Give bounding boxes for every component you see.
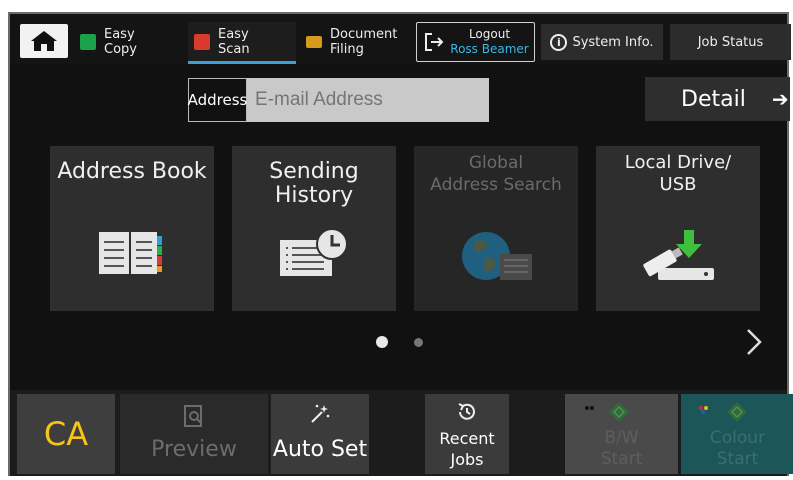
preview-label: Preview: [151, 437, 237, 462]
logout-label: Logout: [468, 27, 511, 41]
address-type-label: Address: [187, 91, 248, 109]
preview-button[interactable]: Preview: [120, 394, 268, 474]
copy-icon: [80, 34, 96, 50]
bw-start-button[interactable]: B/W Start: [565, 394, 678, 474]
system-info-button[interactable]: i System Info.: [541, 24, 663, 60]
colour-start-label-1: Colour: [709, 428, 766, 448]
job-status-button[interactable]: Job Status: [670, 24, 791, 60]
usb-drive-icon: [643, 230, 714, 280]
scan-icon: [194, 34, 210, 50]
logout-button[interactable]: Logout Ross Beamer: [416, 22, 535, 62]
email-address-input[interactable]: [247, 78, 489, 122]
page-dot-active: [376, 336, 388, 348]
logout-icon: [425, 33, 444, 51]
detail-button[interactable]: Detail ➔: [645, 77, 790, 121]
colour-start-icon: [699, 402, 747, 422]
home-icon: [31, 31, 57, 51]
history-icon: [280, 228, 348, 276]
address-type-button[interactable]: Address: [188, 78, 247, 122]
recent-jobs-label-1: Recent: [439, 429, 495, 448]
page-indicator: [376, 336, 449, 348]
arrow-right-icon: ➔: [771, 87, 789, 111]
clear-all-button[interactable]: CA: [17, 394, 115, 474]
info-icon: i: [550, 33, 568, 51]
detail-label: Detail: [681, 86, 746, 112]
logout-text: Logout Ross Beamer: [445, 27, 534, 57]
bottom-bar: CA Preview Auto Set Recent Jobs B/W Star…: [10, 390, 793, 476]
bw-start-label-1: B/W: [604, 428, 639, 448]
next-page-button[interactable]: [744, 326, 764, 366]
system-info-label: System Info.: [572, 34, 654, 50]
tab-easy-scan[interactable]: Easy Scan: [188, 22, 296, 64]
clear-all-label: CA: [43, 415, 89, 453]
global-address-search-label: Global Address Search: [430, 153, 562, 195]
local-drive-usb-label: Local Drive/ USB: [624, 152, 732, 195]
sending-history-label: Sending History: [269, 159, 359, 208]
recent-history-icon: [458, 403, 475, 420]
tab-easy-scan-label: Easy Scan: [218, 27, 250, 57]
recent-jobs-label-2: Jobs: [450, 450, 484, 469]
job-status-label: Job Status: [697, 34, 764, 50]
sending-history-button[interactable]: Sending History: [232, 146, 396, 311]
address-book-icon: [99, 232, 162, 274]
recent-jobs-button[interactable]: Recent Jobs: [425, 394, 509, 474]
tab-easy-copy[interactable]: Easy Copy: [80, 22, 178, 62]
global-address-search-button[interactable]: Global Address Search: [414, 146, 578, 311]
folder-icon: [306, 36, 322, 48]
tab-document-filing-label: Document Filing: [330, 27, 398, 57]
chevron-right-icon: [747, 329, 762, 355]
home-button[interactable]: [20, 24, 68, 58]
panel-screen: Easy Copy Easy Scan Document Filing Logo…: [8, 12, 793, 476]
globe-icon: [462, 232, 532, 280]
top-bar: Easy Copy Easy Scan Document Filing Logo…: [10, 14, 791, 64]
page-dot: [414, 337, 423, 347]
auto-set-button[interactable]: Auto Set: [271, 394, 369, 474]
address-book-label: Address Book: [57, 159, 207, 184]
local-drive-usb-button[interactable]: Local Drive/ USB: [596, 146, 760, 311]
bw-start-label-2: Start: [600, 449, 643, 469]
preview-icon: [184, 405, 202, 427]
bw-start-icon: [585, 402, 629, 422]
user-name: Ross Beamer: [450, 42, 529, 56]
colour-start-button[interactable]: Colour Start: [681, 394, 793, 474]
auto-set-label: Auto Set: [272, 437, 368, 462]
magic-wand-icon: [311, 404, 330, 423]
address-book-button[interactable]: Address Book: [50, 146, 214, 311]
tab-easy-copy-label: Easy Copy: [104, 27, 137, 57]
tab-document-filing[interactable]: Document Filing: [306, 22, 412, 62]
colour-start-label-2: Start: [716, 449, 759, 469]
